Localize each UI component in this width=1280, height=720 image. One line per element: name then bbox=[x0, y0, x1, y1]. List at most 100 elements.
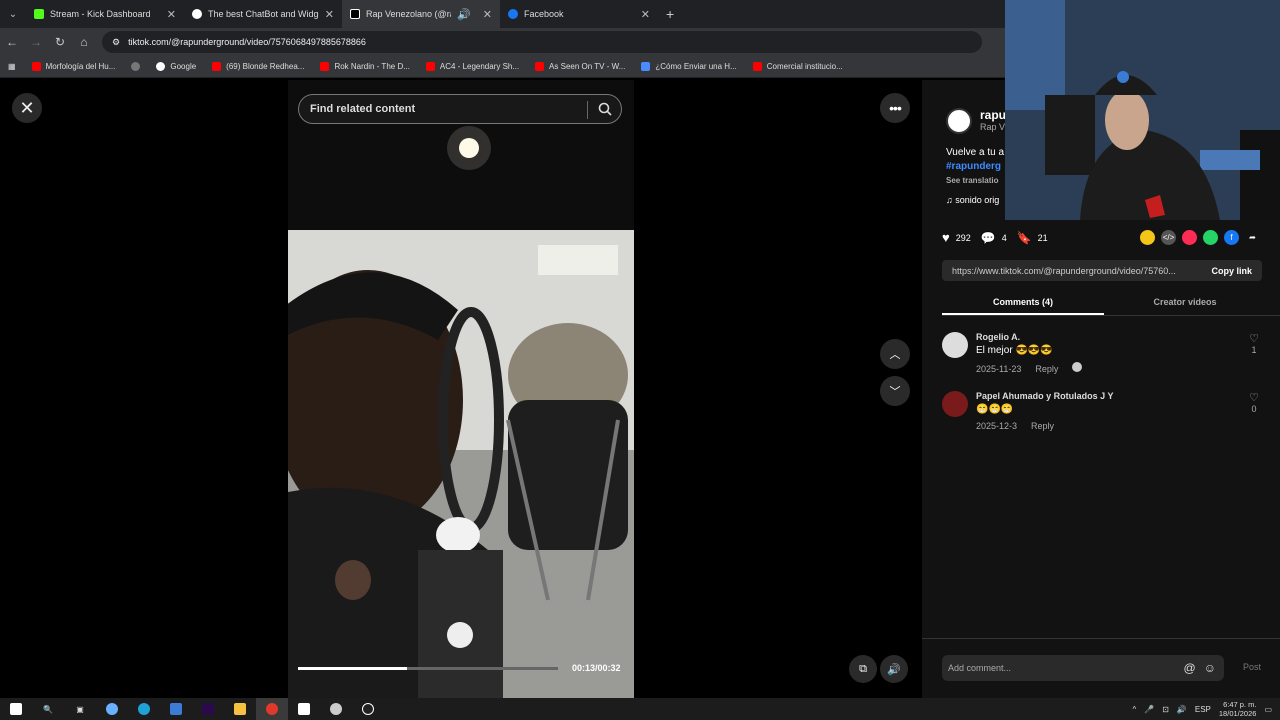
repost-icon[interactable] bbox=[1140, 230, 1155, 245]
more-options-button[interactable]: ••• bbox=[880, 93, 910, 123]
bookmark-item[interactable]: Google bbox=[148, 62, 204, 71]
kick-favicon-icon bbox=[34, 9, 44, 19]
video-frame bbox=[288, 80, 634, 698]
apps-grid-icon[interactable]: ▦ bbox=[0, 62, 24, 71]
tab-search-chevron-icon[interactable]: ⌄ bbox=[0, 0, 26, 28]
commenter-name[interactable]: Papel Ahumado y Rotulados J Y bbox=[976, 391, 1238, 401]
share-options: </> f ➦ bbox=[1140, 230, 1260, 245]
store-icon[interactable] bbox=[160, 698, 192, 720]
mention-icon[interactable]: @ bbox=[1184, 661, 1196, 675]
close-video-button[interactable]: ✕ bbox=[12, 93, 42, 123]
url-field[interactable]: ⚙ tiktok.com/@rapunderground/video/75760… bbox=[102, 31, 982, 53]
reload-icon[interactable]: ↻ bbox=[48, 35, 72, 49]
home-icon[interactable]: ⌂ bbox=[72, 35, 96, 49]
close-icon[interactable]: ✕ bbox=[325, 8, 334, 21]
task-view-icon[interactable]: ▣ bbox=[64, 698, 96, 720]
save-button[interactable]: 🔖 21 bbox=[1017, 231, 1048, 245]
hashtag-link[interactable]: #rapunderg bbox=[946, 160, 1004, 174]
tab-chatbot[interactable]: The best ChatBot and Widgets ✕ bbox=[184, 0, 342, 28]
bookmark-label: Rok Nardin - The D... bbox=[334, 62, 410, 71]
url-text: tiktok.com/@rapunderground/video/7576068… bbox=[128, 37, 366, 47]
author-subtitle: Rap V bbox=[980, 122, 1006, 132]
input-language[interactable]: ESP bbox=[1195, 705, 1211, 714]
google-icon bbox=[156, 62, 166, 71]
author-name[interactable]: rapu bbox=[980, 108, 1006, 122]
like-button[interactable]: ♥ 292 bbox=[942, 230, 971, 245]
bookmark-item[interactable]: Comercial institucio... bbox=[745, 62, 851, 71]
capcut-icon[interactable] bbox=[288, 698, 320, 720]
new-tab-icon[interactable]: + bbox=[666, 6, 674, 22]
bookmark-item[interactable]: (69) Blonde Redhea... bbox=[204, 62, 312, 71]
post-button[interactable]: Post bbox=[1243, 662, 1261, 672]
commenter-avatar[interactable] bbox=[942, 391, 968, 417]
site-info-icon[interactable]: ⚙ bbox=[112, 37, 120, 48]
share-arrow-icon[interactable]: ➦ bbox=[1245, 230, 1260, 245]
find-related-search[interactable]: Find related content bbox=[298, 94, 622, 124]
windows-start-icon[interactable] bbox=[0, 698, 32, 720]
tab-tiktok[interactable]: Rap Venezolano (@rapund 🔊 ✕ bbox=[342, 0, 500, 28]
comment-like[interactable]: ♡ 1 bbox=[1246, 332, 1262, 374]
bookmark-item[interactable]: Morfología del Hu... bbox=[24, 62, 124, 71]
tab-comments[interactable]: Comments (4) bbox=[942, 292, 1104, 315]
close-icon[interactable]: ✕ bbox=[483, 8, 492, 21]
obs-icon[interactable] bbox=[320, 698, 352, 720]
close-icon[interactable]: ✕ bbox=[641, 8, 650, 21]
share-link-box: https://www.tiktok.com/@rapunderground/v… bbox=[942, 260, 1262, 281]
volume-icon[interactable]: 🔊 bbox=[1177, 705, 1187, 714]
clock[interactable]: 6:47 p. m. 18/01/2026 bbox=[1219, 700, 1257, 718]
forward-icon[interactable]: → bbox=[24, 35, 48, 49]
speaker-icon[interactable]: 🔊 bbox=[457, 8, 471, 21]
file-explorer-icon[interactable] bbox=[224, 698, 256, 720]
video-description: Vuelve a tu a #rapunderg See translatio … bbox=[946, 146, 1004, 207]
reply-button[interactable]: Reply bbox=[1031, 421, 1054, 431]
bookmark-item[interactable] bbox=[123, 62, 148, 71]
heart-icon: ♥ bbox=[942, 230, 950, 245]
copy-link-button[interactable]: Copy link bbox=[1201, 266, 1262, 276]
tray-chevron-icon[interactable]: ^ bbox=[1132, 705, 1136, 714]
notifications-icon[interactable]: ▭ bbox=[1264, 705, 1272, 714]
commenter-name[interactable]: Rogelio A. bbox=[976, 332, 1238, 342]
copilot-icon[interactable] bbox=[96, 698, 128, 720]
search-icon[interactable] bbox=[598, 102, 612, 116]
sound-link[interactable]: ♫ sonido orig bbox=[946, 193, 1004, 207]
author-avatar[interactable] bbox=[946, 108, 972, 134]
video-player[interactable]: 00:13/00:32 bbox=[288, 80, 634, 698]
see-translation-link[interactable]: See translatio bbox=[946, 174, 1004, 188]
chrome-icon[interactable] bbox=[256, 698, 288, 720]
music-note-icon: ♫ bbox=[946, 195, 953, 205]
bookmark-item[interactable]: As Seen On TV - W... bbox=[527, 62, 633, 71]
facebook-icon[interactable]: f bbox=[1224, 230, 1239, 245]
description-text: Vuelve a tu a bbox=[946, 147, 1005, 158]
picture-in-picture-icon: ⧉ bbox=[859, 662, 867, 675]
comment-button[interactable]: 💬 4 bbox=[981, 231, 1007, 245]
send-to-friends-icon[interactable] bbox=[1182, 230, 1197, 245]
pip-button[interactable]: ⧉ bbox=[849, 655, 877, 683]
tab-kick[interactable]: Stream - Kick Dashboard ✕ bbox=[26, 0, 184, 28]
commenter-avatar[interactable] bbox=[942, 332, 968, 358]
author-info[interactable]: rapu Rap V bbox=[946, 108, 1006, 134]
back-icon[interactable]: ← bbox=[0, 35, 24, 49]
comment-like[interactable]: ♡ 0 bbox=[1246, 391, 1262, 431]
search-icon[interactable]: 🔍 bbox=[32, 698, 64, 720]
bookmark-item[interactable]: Rok Nardin - The D... bbox=[312, 62, 417, 71]
tab-creator-videos[interactable]: Creator videos bbox=[1104, 292, 1266, 315]
tab-title: The best ChatBot and Widgets bbox=[208, 9, 319, 19]
embed-icon[interactable]: </> bbox=[1161, 230, 1176, 245]
bookmark-item[interactable]: ¿Cómo Enviar una H... bbox=[633, 62, 744, 71]
reply-button[interactable]: Reply bbox=[1035, 364, 1058, 374]
bookmark-item[interactable]: AC4 - Legendary Sh... bbox=[418, 62, 527, 71]
previous-video-button[interactable]: ︿ bbox=[880, 339, 910, 369]
tab-facebook[interactable]: Facebook ✕ bbox=[500, 0, 658, 28]
media-player-icon[interactable] bbox=[352, 698, 384, 720]
emoji-icon[interactable]: ☺ bbox=[1204, 661, 1216, 675]
video-progress-bar[interactable] bbox=[298, 667, 558, 670]
network-icon[interactable]: ⊡ bbox=[1162, 705, 1169, 714]
microphone-icon[interactable]: 🎤 bbox=[1144, 705, 1154, 714]
edge-icon[interactable] bbox=[128, 698, 160, 720]
whatsapp-icon[interactable] bbox=[1203, 230, 1218, 245]
add-comment-input[interactable]: Add comment... @ ☺ bbox=[942, 655, 1224, 681]
premiere-icon[interactable] bbox=[192, 698, 224, 720]
next-video-button[interactable]: ﹀ bbox=[880, 376, 910, 406]
volume-button[interactable]: 🔊 bbox=[880, 655, 908, 683]
close-icon[interactable]: ✕ bbox=[167, 8, 176, 21]
